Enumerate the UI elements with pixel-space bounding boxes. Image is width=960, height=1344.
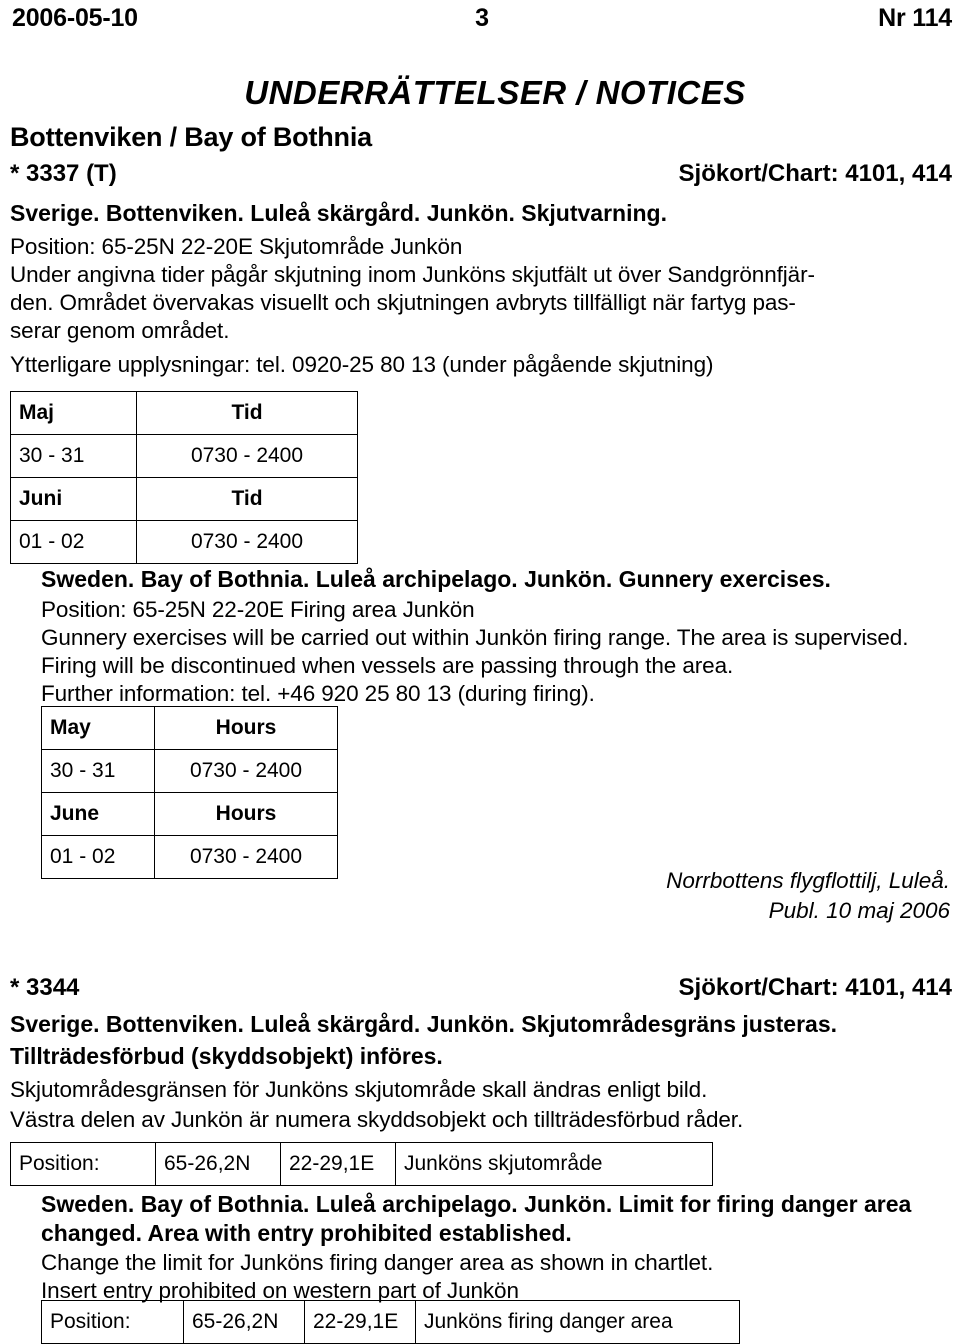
signature-published: Publ. 10 maj 2006	[768, 898, 950, 923]
notice-number-3344: * 3344	[10, 974, 80, 1001]
table-cell-position-label: Position:	[10, 1142, 156, 1186]
table-row: 01 - 02 0730 - 2400	[41, 835, 338, 879]
table-cell-latitude: 65-26,2N	[183, 1300, 305, 1344]
table-cell-month: Maj	[10, 391, 137, 435]
table-cell-position-label: Position:	[41, 1300, 184, 1344]
table-cell-longitude: 22-29,1E	[304, 1300, 416, 1344]
firing-times-table-swedish: Maj Tid 30 - 31 0730 - 2400 Juni Tid 01 …	[10, 391, 358, 564]
issue-number: Nr 114	[878, 4, 952, 32]
signature-authority: Norrbottens flygflottilj, Luleå.	[666, 868, 950, 893]
table-row: Position: 65-26,2N 22-29,1E Junköns skju…	[10, 1142, 713, 1186]
swedish-body-line: Position: 65-25N 22-20E Skjutområde Junk…	[10, 234, 463, 259]
chart-reference-3337: Sjökort/Chart: 4101, 414	[678, 160, 952, 187]
english-body-line: Firing will be discontinued when vessels…	[41, 653, 734, 678]
english-body-line: Further information: tel. +46 920 25 80 …	[41, 681, 595, 706]
region-heading: Bottenviken / Bay of Bothnia	[10, 122, 372, 152]
swedish-body-line: serar genom området.	[10, 318, 230, 343]
swedish-body-line: Skjutområdesgränsen för Junköns skjutomr…	[10, 1077, 708, 1102]
english-heading-3344-line1: Sweden. Bay of Bothnia. Luleå archipelag…	[41, 1191, 912, 1217]
table-row: Juni Tid	[10, 477, 358, 521]
table-cell-area-name: Junköns firing danger area	[415, 1300, 740, 1344]
english-body-line: Change the limit for Junköns firing dang…	[41, 1250, 714, 1275]
position-table-swedish: Position: 65-26,2N 22-29,1E Junköns skju…	[10, 1142, 713, 1186]
table-cell-hours: 0730 - 2400	[154, 835, 338, 879]
table-cell-latitude: 65-26,2N	[155, 1142, 281, 1186]
table-cell-longitude: 22-29,1E	[280, 1142, 396, 1186]
table-row: May Hours	[41, 706, 338, 750]
notice-number-3337: * 3337 (T)	[10, 160, 117, 187]
table-cell-days: 01 - 02	[41, 835, 155, 879]
table-cell-days: 30 - 31	[10, 434, 137, 478]
swedish-body-line: Under angivna tider pågår skjutning inom…	[10, 262, 815, 287]
swedish-body-line: Ytterligare upplysningar: tel. 0920-25 8…	[10, 352, 714, 377]
page-number: 3	[475, 4, 489, 32]
table-cell-time-header: Tid	[136, 477, 358, 521]
swedish-body-line: den. Området övervakas visuellt och skju…	[10, 290, 796, 315]
page-title: UNDERRÄTTELSER / NOTICES	[244, 74, 746, 111]
swedish-heading-3344-line1: Sverige. Bottenviken. Luleå skärgård. Ju…	[10, 1011, 838, 1037]
table-cell-month: Juni	[10, 477, 137, 521]
table-cell-area-name: Junköns skjutområde	[395, 1142, 713, 1186]
table-cell-month: May	[41, 706, 155, 750]
english-heading-3344-line2: changed. Area with entry prohibited esta…	[41, 1220, 572, 1246]
english-body-line: Position: 65-25N 22-20E Firing area Junk…	[41, 597, 475, 622]
table-row: 30 - 31 0730 - 2400	[10, 434, 358, 478]
table-row: 30 - 31 0730 - 2400	[41, 749, 338, 793]
english-body-line: Gunnery exercises will be carried out wi…	[41, 625, 909, 650]
table-cell-days: 30 - 31	[41, 749, 155, 793]
table-row: June Hours	[41, 792, 338, 836]
table-cell-time: 0730 - 2400	[136, 520, 358, 564]
english-heading-3337: Sweden. Bay of Bothnia. Luleå archipelag…	[41, 566, 831, 592]
table-cell-time-header: Tid	[136, 391, 358, 435]
swedish-heading-3337: Sverige. Bottenviken. Luleå skärgård. Ju…	[10, 200, 667, 226]
swedish-heading-3344-line2: Tillträdesförbud (skyddsobjekt) införes.	[10, 1043, 443, 1069]
table-row: Maj Tid	[10, 391, 358, 435]
firing-times-table-english: May Hours 30 - 31 0730 - 2400 June Hours…	[41, 706, 338, 879]
chart-reference-3344: Sjökort/Chart: 4101, 414	[678, 974, 952, 1001]
document-page: 2006-05-10 3 Nr 114 UNDERRÄTTELSER / NOT…	[0, 0, 960, 1344]
table-cell-days: 01 - 02	[10, 520, 137, 564]
table-cell-hours-header: Hours	[154, 706, 338, 750]
position-table-english: Position: 65-26,2N 22-29,1E Junköns firi…	[41, 1300, 740, 1344]
table-cell-time: 0730 - 2400	[136, 434, 358, 478]
table-row: Position: 65-26,2N 22-29,1E Junköns firi…	[41, 1300, 740, 1344]
running-head: 2006-05-10 3 Nr 114	[12, 4, 952, 38]
table-cell-hours-header: Hours	[154, 792, 338, 836]
swedish-body-line: Västra delen av Junkön är numera skyddso…	[10, 1107, 744, 1132]
table-cell-hours: 0730 - 2400	[154, 749, 338, 793]
table-row: 01 - 02 0730 - 2400	[10, 520, 358, 564]
table-cell-month: June	[41, 792, 155, 836]
